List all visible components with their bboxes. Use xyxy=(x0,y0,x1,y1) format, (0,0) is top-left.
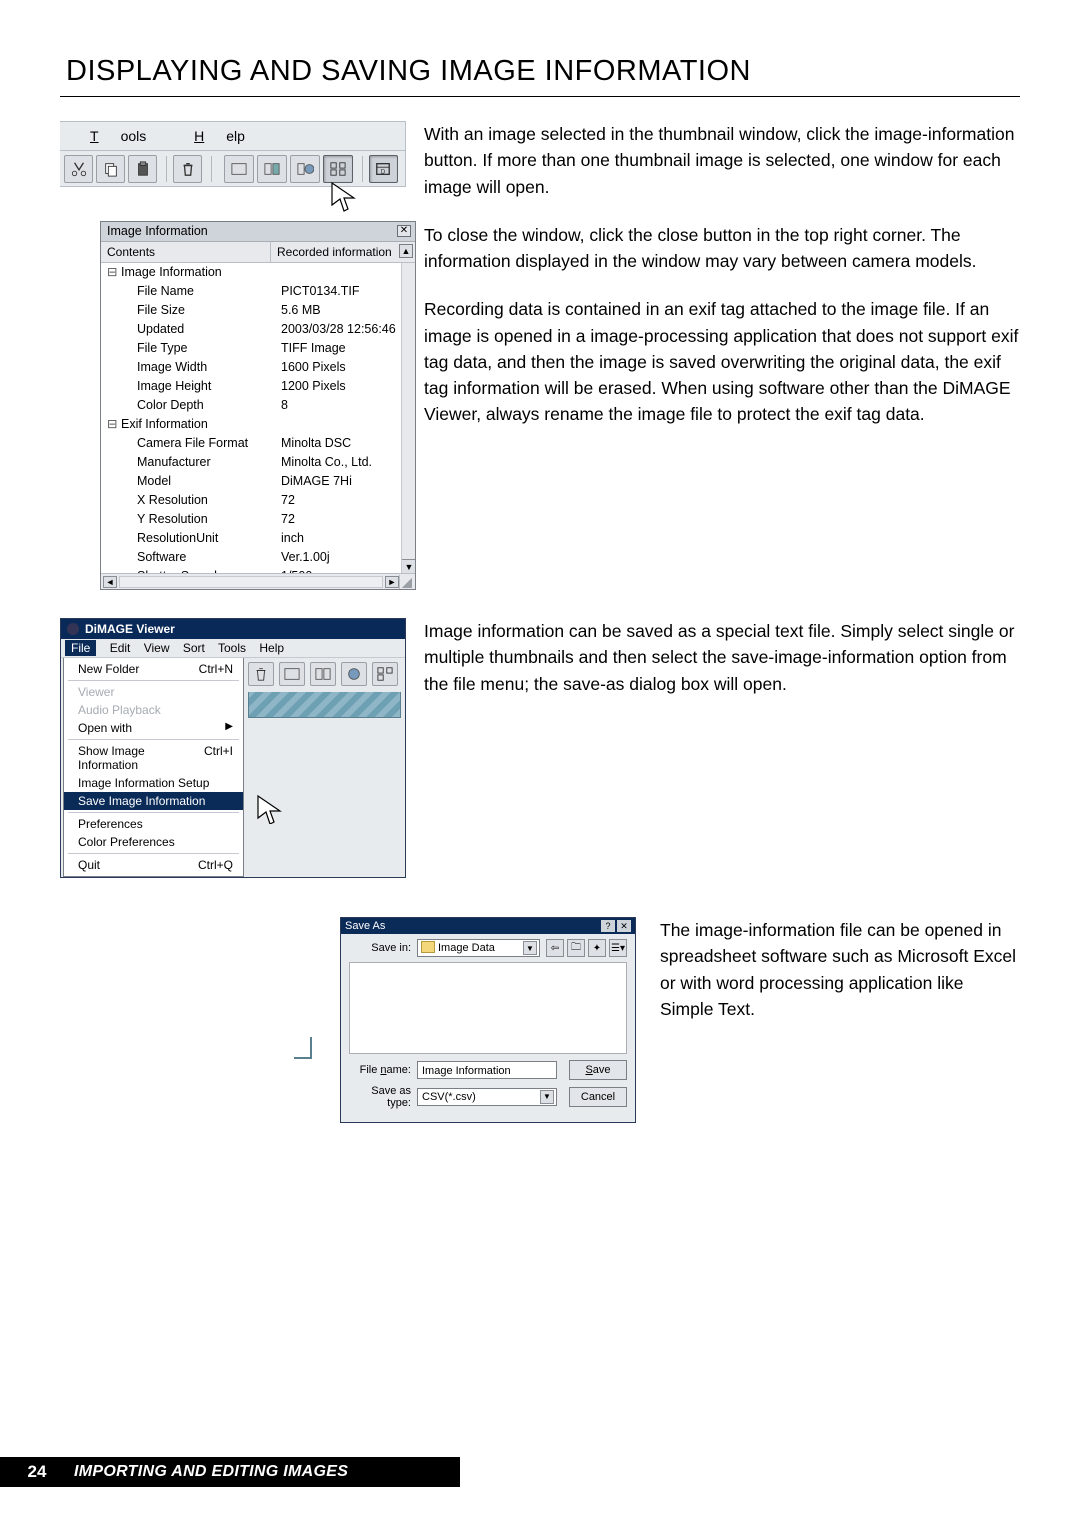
col-recorded: Recorded information ▲ xyxy=(271,242,415,262)
menu-item-preferences[interactable]: Preferences xyxy=(64,815,243,833)
page-title: DISPLAYING AND SAVING IMAGE INFORMATION xyxy=(66,55,1020,88)
menu-item-show-info[interactable]: Show Image InformationCtrl+I xyxy=(64,742,243,774)
menu-tools[interactable]: Tools xyxy=(90,128,168,144)
paste-icon[interactable] xyxy=(128,155,157,183)
vertical-scrollbar[interactable]: ▼ xyxy=(401,263,415,573)
cut-icon[interactable] xyxy=(64,155,93,183)
cursor-icon xyxy=(256,794,286,824)
file-name-label: File name: xyxy=(349,1064,411,1076)
file-menu-screenshot: DiMAGE Viewer File Edit View Sort Tools … xyxy=(60,618,406,913)
menu-tools[interactable]: Tools xyxy=(218,641,246,655)
scroll-down-icon[interactable]: ▼ xyxy=(402,559,415,573)
image-info-button-icon[interactable]: D xyxy=(369,155,398,183)
view2-icon[interactable] xyxy=(257,155,287,183)
view1-icon[interactable] xyxy=(224,155,254,183)
copy-icon[interactable] xyxy=(96,155,125,183)
menu-item-save-info[interactable]: Save Image Information xyxy=(64,792,243,810)
delete-icon[interactable] xyxy=(173,155,202,183)
save-in-combo[interactable]: Image Data ▼ xyxy=(417,939,540,957)
view-icon[interactable] xyxy=(310,662,336,686)
info-window-title: Image Information xyxy=(107,224,208,238)
paragraph: With an image selected in the thumbnail … xyxy=(424,121,1020,200)
divider xyxy=(60,96,1020,97)
menu-view[interactable]: View xyxy=(144,641,170,655)
save-type-label: Save as type: xyxy=(349,1085,411,1109)
paragraph: Image information can be saved as a spec… xyxy=(424,618,1020,697)
info-val: PICT0134.TIF xyxy=(281,282,400,301)
page-footer: 24 IMPORTING AND EDITING IMAGES xyxy=(0,1457,460,1487)
close-icon[interactable]: ✕ xyxy=(617,920,631,932)
page-number: 24 xyxy=(0,1462,74,1482)
group-image: Image Information xyxy=(121,263,281,282)
menu-edit[interactable]: Edit xyxy=(110,641,131,655)
menu-help[interactable]: Help xyxy=(259,641,284,655)
new-folder-icon[interactable]: ✦ xyxy=(588,939,606,957)
decorative-bar xyxy=(248,692,401,718)
menu-item-open-with[interactable]: Open with▶ xyxy=(64,719,243,737)
close-icon[interactable]: ✕ xyxy=(397,225,411,237)
paragraph: Recording data is contained in an exif t… xyxy=(424,296,1020,427)
view-icon[interactable] xyxy=(279,662,305,686)
menu-item-new-folder[interactable]: New Folder Ctrl+N xyxy=(64,660,243,678)
col-contents: Contents xyxy=(101,242,271,262)
callout-cursor-icon xyxy=(100,181,370,221)
thumbnail-grid-icon[interactable] xyxy=(372,662,398,686)
resize-grip-icon[interactable] xyxy=(399,575,413,589)
file-menu-dropdown: New Folder Ctrl+N Viewer Audio Playback … xyxy=(63,658,244,877)
menu-item-audio: Audio Playback xyxy=(64,701,243,719)
menu-item-info-setup[interactable]: Image Information Setup xyxy=(64,774,243,792)
image-info-screenshot: Tools Help D xyxy=(60,121,406,590)
up-icon[interactable]: 🗀 xyxy=(567,939,585,957)
save-button[interactable]: Save xyxy=(569,1060,627,1080)
save-type-combo[interactable]: CSV(*.csv) ▼ xyxy=(417,1088,557,1106)
connector-line xyxy=(294,1037,312,1059)
scroll-right-icon[interactable]: ► xyxy=(385,576,399,588)
menu-help[interactable]: Help xyxy=(194,128,267,144)
menu-sort[interactable]: Sort xyxy=(183,641,205,655)
svg-text:D: D xyxy=(381,168,386,175)
thumbnail-grid-icon[interactable] xyxy=(323,155,353,183)
save-in-label: Save in: xyxy=(349,942,411,954)
viewer-title: DiMAGE Viewer xyxy=(85,622,175,636)
save-as-dialog: Save As ? ✕ Save in: Image Data ▼ ⇦ 🗀 ✦ … xyxy=(340,917,636,1123)
chevron-down-icon[interactable]: ▼ xyxy=(523,941,537,955)
paragraph: The image-information file can be opened… xyxy=(660,917,1020,1022)
delete-icon[interactable] xyxy=(248,662,274,686)
image-information-window: Image Information ✕ Contents Recorded in… xyxy=(100,221,416,590)
paragraph: To close the window, click the close but… xyxy=(424,222,1020,275)
file-list-area[interactable] xyxy=(349,962,627,1054)
menu-item-quit[interactable]: QuitCtrl+Q xyxy=(64,856,243,874)
scroll-up-icon[interactable]: ▲ xyxy=(399,244,413,258)
chevron-down-icon[interactable]: ▼ xyxy=(540,1090,554,1104)
cancel-button[interactable]: Cancel xyxy=(569,1087,627,1107)
saveas-title: Save As xyxy=(345,920,385,932)
folder-icon xyxy=(421,941,435,953)
help-icon[interactable]: ? xyxy=(601,920,615,932)
info-key: File Name xyxy=(121,282,281,301)
app-icon xyxy=(67,623,79,635)
app-menubar: Tools Help xyxy=(60,121,406,151)
menu-item-viewer: Viewer xyxy=(64,683,243,701)
back-icon[interactable]: ⇦ xyxy=(546,939,564,957)
menu-item-color-prefs[interactable]: Color Preferences xyxy=(64,833,243,851)
view-icon[interactable] xyxy=(341,662,367,686)
menu-file[interactable]: File xyxy=(65,640,96,656)
horizontal-scrollbar[interactable] xyxy=(119,576,383,588)
view-menu-icon[interactable]: ☰▾ xyxy=(609,939,627,957)
group-exif: Exif Information xyxy=(121,415,281,434)
file-name-input[interactable]: Image Information xyxy=(417,1061,557,1079)
viewer-menubar: File Edit View Sort Tools Help xyxy=(61,639,405,658)
scroll-left-icon[interactable]: ◄ xyxy=(103,576,117,588)
view3-icon[interactable] xyxy=(290,155,320,183)
section-title: IMPORTING AND EDITING IMAGES xyxy=(74,1463,348,1481)
